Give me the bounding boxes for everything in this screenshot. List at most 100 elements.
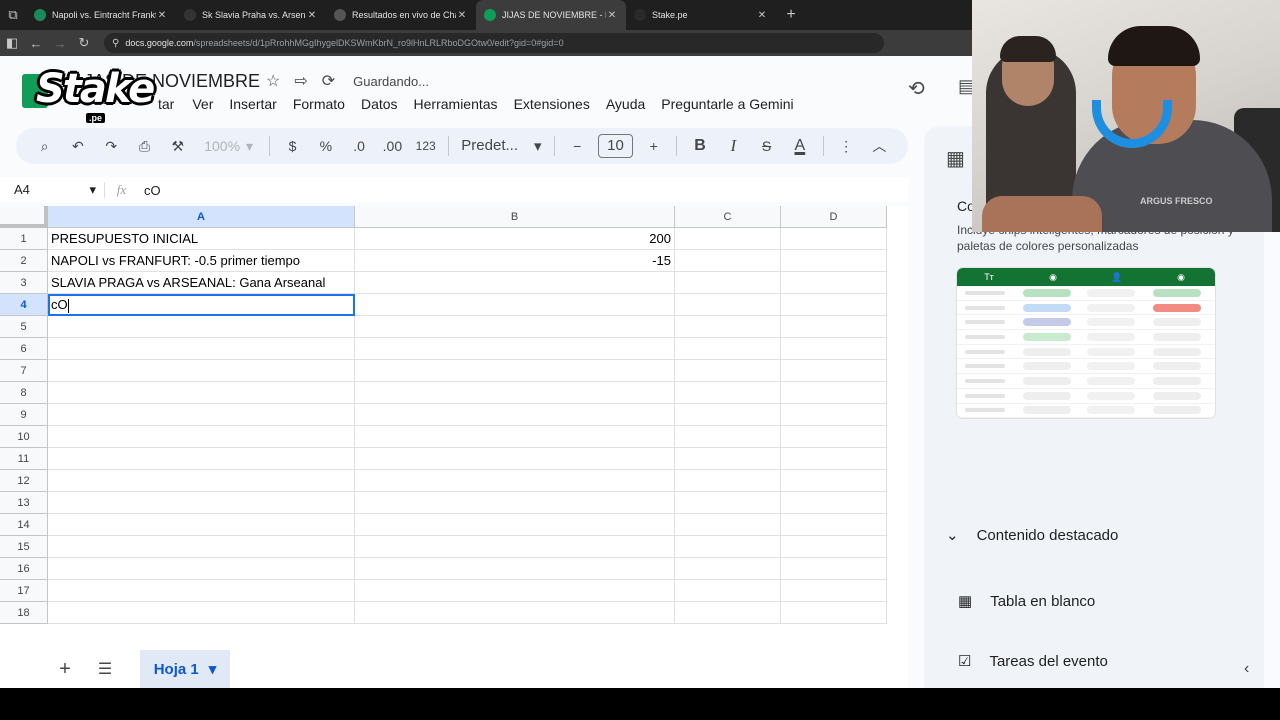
menu-item-insertar[interactable]: Insertar xyxy=(221,96,284,112)
row-header[interactable]: 3 xyxy=(0,272,48,294)
cell-c11[interactable] xyxy=(675,448,781,470)
cell-a4[interactable]: cO xyxy=(48,294,355,316)
cell-b15[interactable] xyxy=(355,536,675,558)
percent-format-button[interactable]: % xyxy=(309,138,342,154)
event-tasks-item[interactable]: ☑ Tareas del evento xyxy=(958,652,1108,671)
cell-b5[interactable] xyxy=(355,316,675,338)
cell-c13[interactable] xyxy=(675,492,781,514)
increase-decimals-button[interactable]: .00 xyxy=(376,138,409,154)
cell-c7[interactable] xyxy=(675,360,781,382)
cell-c12[interactable] xyxy=(675,470,781,492)
menu-item-ver[interactable]: Ver xyxy=(184,96,221,112)
cell-d9[interactable] xyxy=(781,404,887,426)
cell-b1[interactable]: 200 xyxy=(355,228,675,250)
row-header[interactable]: 15 xyxy=(0,536,48,558)
cell-c6[interactable] xyxy=(675,338,781,360)
collapse-toolbar-icon[interactable]: ︿ xyxy=(863,136,896,156)
cell-d1[interactable] xyxy=(781,228,887,250)
cell-a8[interactable] xyxy=(48,382,355,404)
cell-b17[interactable] xyxy=(355,580,675,602)
cell-c2[interactable] xyxy=(675,250,781,272)
cell-c9[interactable] xyxy=(675,404,781,426)
cell-a15[interactable] xyxy=(48,536,355,558)
cell-b11[interactable] xyxy=(355,448,675,470)
cell-d18[interactable] xyxy=(781,602,887,624)
redo-icon[interactable]: ↷ xyxy=(95,138,128,155)
browser-tab[interactable]: Resultados en vivo de Champio✕ xyxy=(326,0,476,30)
paint-format-icon[interactable]: ⚒ xyxy=(161,138,194,155)
cell-a2[interactable]: NAPOLI vs FRANFURT: -0.5 primer tiempo xyxy=(48,250,355,272)
row-header[interactable]: 18 xyxy=(0,602,48,624)
sidebar-icon[interactable]: ◧ xyxy=(0,31,24,55)
cell-d7[interactable] xyxy=(781,360,887,382)
menu-item-extensiones[interactable]: Extensiones xyxy=(506,96,598,112)
row-header[interactable]: 4 xyxy=(0,294,48,316)
row-header[interactable]: 11 xyxy=(0,448,48,470)
address-bar[interactable]: ⚲ docs.google.com /spreadsheets/d/1pRroh… xyxy=(104,33,884,53)
cell-c10[interactable] xyxy=(675,426,781,448)
column-header-c[interactable]: C xyxy=(675,206,781,228)
row-header[interactable]: 6 xyxy=(0,338,48,360)
cell-d4[interactable] xyxy=(781,294,887,316)
cell-a17[interactable] xyxy=(48,580,355,602)
row-header[interactable]: 16 xyxy=(0,558,48,580)
featured-content-toggle[interactable]: ⌄ Contenido destacado xyxy=(946,526,1118,545)
decrease-decimals-button[interactable]: .0 xyxy=(342,138,375,154)
cell-d8[interactable] xyxy=(781,382,887,404)
cell-b4[interactable] xyxy=(355,294,675,316)
text-color-button[interactable]: A xyxy=(783,137,816,155)
font-select[interactable]: Predet... ▾ xyxy=(455,137,547,155)
browser-tab[interactable]: Sk Slavia Praha vs. Arsenal | Dis✕ xyxy=(176,0,326,30)
cell-c15[interactable] xyxy=(675,536,781,558)
move-folder-icon[interactable]: ⇨ xyxy=(294,71,307,91)
row-header[interactable]: 10 xyxy=(0,426,48,448)
row-header[interactable]: 5 xyxy=(0,316,48,338)
row-header[interactable]: 12 xyxy=(0,470,48,492)
cell-b16[interactable] xyxy=(355,558,675,580)
menu-item-gemini[interactable]: Preguntarle a Gemini xyxy=(653,96,801,112)
cell-c17[interactable] xyxy=(675,580,781,602)
history-icon[interactable]: ⟲ xyxy=(908,76,925,101)
tab-search-icon[interactable]: ⧉ xyxy=(0,0,26,30)
name-box[interactable]: A4 ▾ xyxy=(0,182,104,198)
site-info-icon[interactable]: ⚲ xyxy=(112,38,119,49)
collapse-panel-icon[interactable]: ‹ xyxy=(1244,660,1249,678)
cell-a14[interactable] xyxy=(48,514,355,536)
cell-b7[interactable] xyxy=(355,360,675,382)
cell-a1[interactable]: PRESUPUESTO INICIAL xyxy=(48,228,355,250)
row-header[interactable]: 2 xyxy=(0,250,48,272)
cell-a5[interactable] xyxy=(48,316,355,338)
bold-button[interactable]: B xyxy=(683,137,716,155)
zoom-select[interactable]: 100% ▾ xyxy=(194,138,263,155)
column-header-a[interactable]: A xyxy=(48,206,355,228)
cell-a10[interactable] xyxy=(48,426,355,448)
font-size-input[interactable]: 10 xyxy=(597,134,634,158)
sheet-tab[interactable]: Hoja 1 ▾ xyxy=(140,650,230,688)
cell-d14[interactable] xyxy=(781,514,887,536)
cell-b14[interactable] xyxy=(355,514,675,536)
cell-d11[interactable] xyxy=(781,448,887,470)
cell-a7[interactable] xyxy=(48,360,355,382)
row-header[interactable]: 8 xyxy=(0,382,48,404)
cell-c3[interactable] xyxy=(675,272,781,294)
more-options-icon[interactable]: ⋮ xyxy=(829,138,862,155)
column-header-d[interactable]: D xyxy=(781,206,887,228)
new-tab-button[interactable]: + xyxy=(776,6,806,24)
cell-b9[interactable] xyxy=(355,404,675,426)
cell-d5[interactable] xyxy=(781,316,887,338)
cell-c18[interactable] xyxy=(675,602,781,624)
menu-item-ayuda[interactable]: Ayuda xyxy=(598,96,653,112)
cell-a18[interactable] xyxy=(48,602,355,624)
back-icon[interactable]: ← xyxy=(24,31,48,55)
cell-d13[interactable] xyxy=(781,492,887,514)
forward-icon[interactable]: → xyxy=(48,31,72,55)
cell-c16[interactable] xyxy=(675,558,781,580)
cell-d10[interactable] xyxy=(781,426,887,448)
cell-d16[interactable] xyxy=(781,558,887,580)
star-icon[interactable]: ☆ xyxy=(266,71,280,91)
menu-item-datos[interactable]: Datos xyxy=(353,96,406,112)
cell-c14[interactable] xyxy=(675,514,781,536)
currency-format-button[interactable]: $ xyxy=(276,138,309,154)
row-header[interactable]: 17 xyxy=(0,580,48,602)
template-preview[interactable]: Tт ◉ 👤 ◉ xyxy=(957,268,1215,418)
